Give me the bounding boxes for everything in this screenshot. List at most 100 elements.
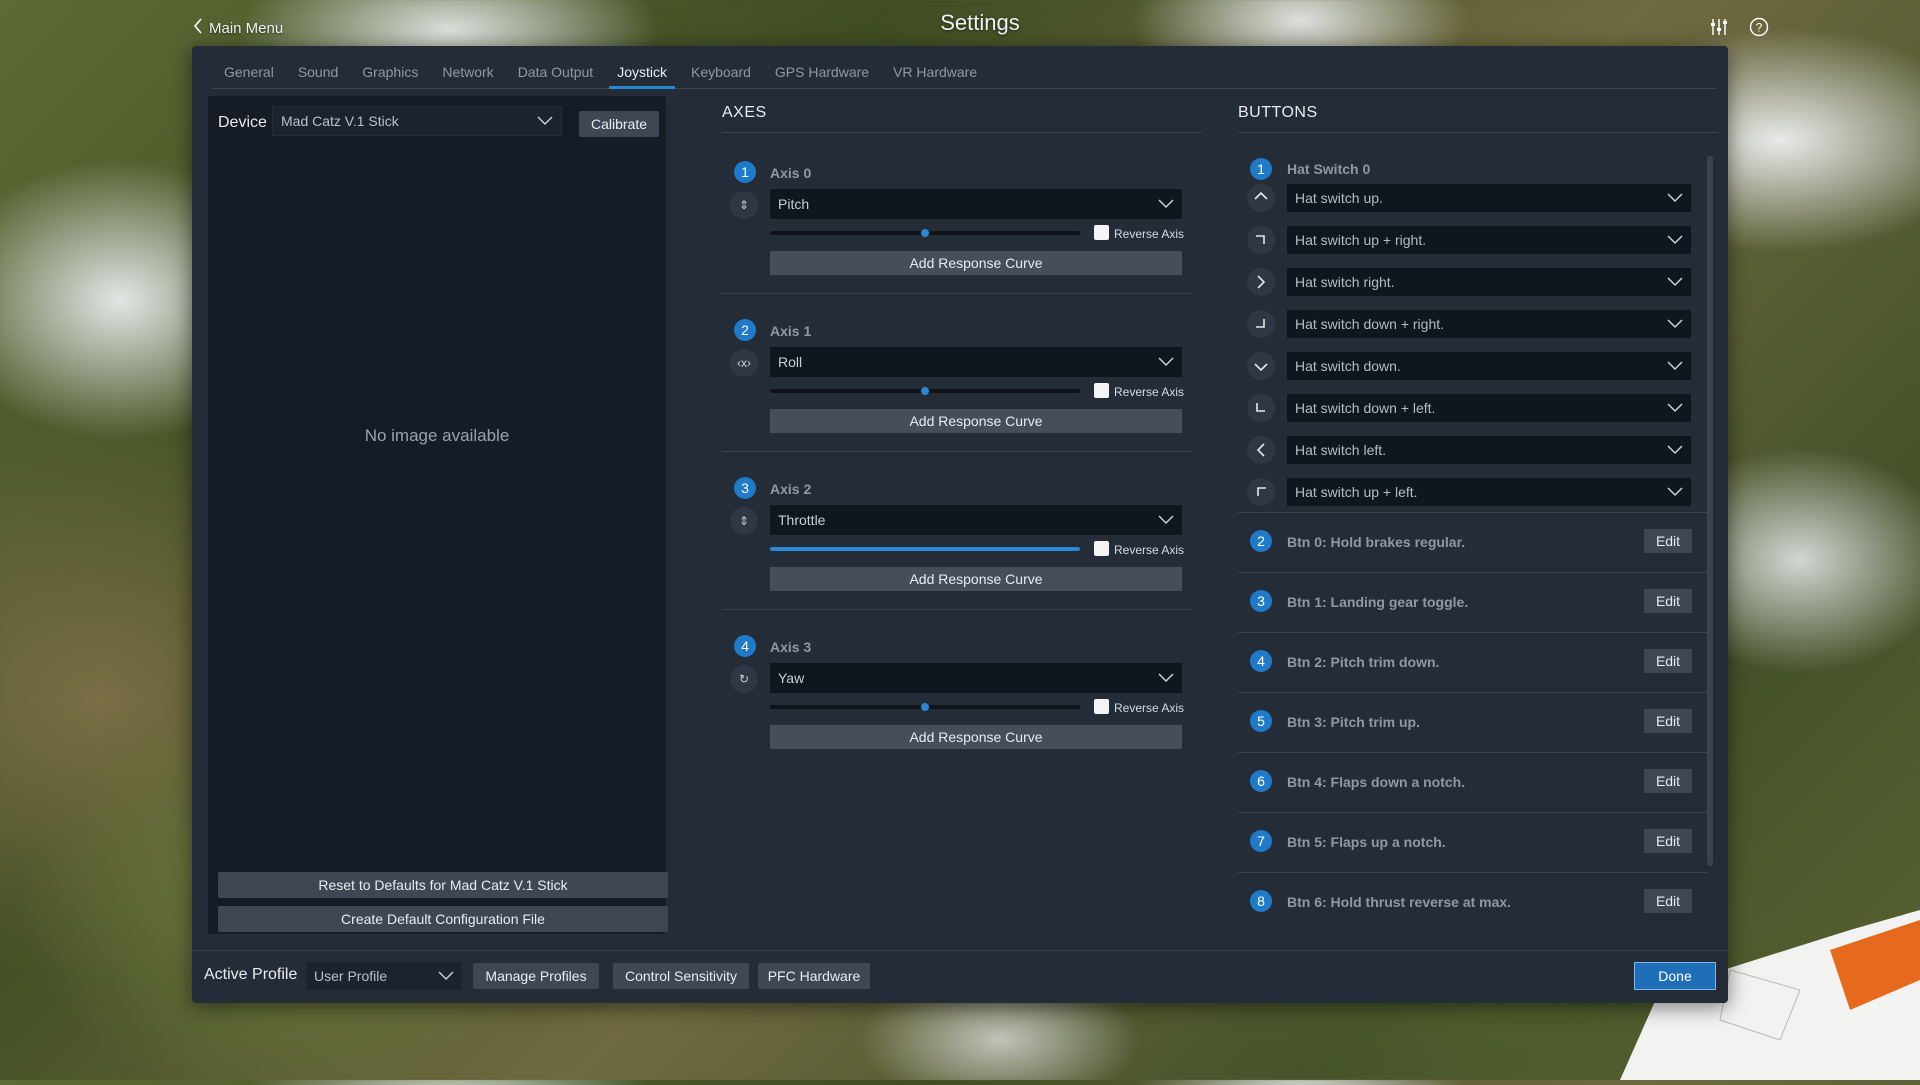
- axis-assignment-select[interactable]: Yaw: [770, 663, 1182, 693]
- hat-direction-select[interactable]: Hat switch down + left.: [1287, 394, 1691, 422]
- chevron-up-icon: [1247, 184, 1275, 212]
- axis-number-badge: 4: [734, 635, 756, 657]
- manage-profiles-button[interactable]: Manage Profiles: [473, 963, 599, 989]
- button-number-badge: 3: [1250, 590, 1272, 612]
- button-number-badge: 4: [1250, 650, 1272, 672]
- button-mapping-label: Btn 2: Pitch trim down.: [1287, 654, 1440, 670]
- hat-direction-value: Hat switch down + right.: [1295, 316, 1445, 332]
- button-mapping-label: Btn 1: Landing gear toggle.: [1287, 594, 1469, 610]
- chevron-down-icon: [1667, 358, 1683, 374]
- tab-network[interactable]: Network: [430, 46, 505, 88]
- axis-assignment-select[interactable]: Throttle: [770, 505, 1182, 535]
- profile-select-value: User Profile: [314, 968, 388, 984]
- button-number-badge: 8: [1250, 890, 1272, 912]
- hat-direction-select[interactable]: Hat switch down.: [1287, 352, 1691, 380]
- axis-level-track: [770, 387, 1080, 395]
- edit-button[interactable]: Edit: [1644, 589, 1692, 613]
- buttons-title: BUTTONS: [1238, 104, 1318, 121]
- no-image-text: No image available: [364, 426, 510, 445]
- button-divider: [1238, 632, 1708, 633]
- axis-number-badge: 2: [734, 319, 756, 341]
- axis-assignment-select[interactable]: Roll: [770, 347, 1182, 377]
- button-divider: [1238, 512, 1708, 513]
- profile-select[interactable]: User Profile: [305, 961, 463, 991]
- add-response-curve-button[interactable]: Add Response Curve: [770, 725, 1182, 749]
- calibrate-button[interactable]: Calibrate: [579, 111, 659, 137]
- edit-button[interactable]: Edit: [1644, 769, 1692, 793]
- button-number-badge: 2: [1250, 530, 1272, 552]
- edit-button[interactable]: Edit: [1644, 649, 1692, 673]
- top-icons: ?: [1708, 16, 1770, 38]
- corner-down-left-icon: [1247, 394, 1275, 422]
- hat-direction-select[interactable]: Hat switch left.: [1287, 436, 1691, 464]
- corner-up-right-icon: [1247, 226, 1275, 254]
- chevron-left-icon: [1247, 436, 1275, 464]
- reverse-axis-checkbox[interactable]: [1094, 383, 1109, 398]
- tab-sound[interactable]: Sound: [286, 46, 350, 88]
- button-mapping-label: Btn 5: Flaps up a notch.: [1287, 834, 1446, 850]
- tab-gps-hardware[interactable]: GPS Hardware: [763, 46, 881, 88]
- reverse-axis-label: Reverse Axis: [1114, 385, 1185, 399]
- axis-name: Axis 1: [770, 323, 812, 339]
- edit-button[interactable]: Edit: [1644, 829, 1692, 853]
- add-response-curve-button[interactable]: Add Response Curve: [770, 251, 1182, 275]
- axes-title: AXES: [722, 104, 767, 121]
- pfc-hardware-button[interactable]: PFC Hardware: [758, 963, 870, 989]
- add-response-curve-button[interactable]: Add Response Curve: [770, 409, 1182, 433]
- tab-graphics[interactable]: Graphics: [350, 46, 430, 88]
- buttons-scrollbar[interactable]: [1707, 156, 1713, 866]
- axis-name: Axis 0: [770, 165, 812, 181]
- button-mapping-label: Btn 4: Flaps down a notch.: [1287, 774, 1466, 790]
- axis-assignment-value: Pitch: [778, 196, 810, 212]
- create-default-config-button[interactable]: Create Default Configuration File: [218, 906, 668, 932]
- reverse-axis-checkbox[interactable]: [1094, 541, 1109, 556]
- axis-name: Axis 2: [770, 481, 812, 497]
- axis-level-dot: [921, 387, 929, 395]
- axis-assignment-value: Roll: [778, 354, 803, 370]
- corner-down-right-icon: [1247, 310, 1275, 338]
- axis-assignment-select[interactable]: Pitch: [770, 189, 1182, 219]
- axis-assignment-value: Throttle: [778, 512, 826, 528]
- axis-number-badge: 1: [734, 161, 756, 183]
- hat-direction-value: Hat switch up + left.: [1295, 484, 1418, 500]
- tab-vr-hardware[interactable]: VR Hardware: [881, 46, 989, 88]
- chevron-down-icon: [1158, 670, 1174, 686]
- control-sensitivity-button[interactable]: Control Sensitivity: [613, 963, 749, 989]
- hat-direction-select[interactable]: Hat switch up.: [1287, 184, 1691, 212]
- hat-direction-select[interactable]: Hat switch up + right.: [1287, 226, 1691, 254]
- edit-button[interactable]: Edit: [1644, 529, 1692, 553]
- buttons-scroll-area: 1 Hat Switch 0 Hat switch up. Hat switch…: [1238, 142, 1708, 938]
- help-icon[interactable]: ?: [1748, 16, 1770, 38]
- tab-general[interactable]: General: [212, 46, 286, 88]
- hat-direction-value: Hat switch left.: [1295, 442, 1387, 458]
- reverse-axis-checkbox[interactable]: [1094, 225, 1109, 240]
- done-button[interactable]: Done: [1634, 962, 1716, 990]
- button-number-badge: 7: [1250, 830, 1272, 852]
- tab-joystick[interactable]: Joystick: [605, 46, 679, 89]
- chevron-right-icon: [1247, 268, 1275, 296]
- chevron-down-icon: [537, 113, 553, 129]
- axis-name: Axis 3: [770, 639, 812, 655]
- axis-level-track: [770, 703, 1080, 711]
- yaw-axis-icon: ↻: [730, 665, 758, 693]
- axis-divider: [722, 451, 1192, 452]
- reverse-axis-checkbox[interactable]: [1094, 699, 1109, 714]
- reverse-axis-label: Reverse Axis: [1114, 543, 1185, 557]
- axis-divider: [722, 609, 1192, 610]
- hat-direction-select[interactable]: Hat switch up + left.: [1287, 478, 1691, 506]
- chevron-down-icon: [1158, 354, 1174, 370]
- hat-direction-select[interactable]: Hat switch right.: [1287, 268, 1691, 296]
- chevron-down-icon: [1247, 352, 1275, 380]
- reset-defaults-button[interactable]: Reset to Defaults for Mad Catz V.1 Stick: [218, 872, 668, 898]
- settings-tabs: General Sound Graphics Network Data Outp…: [212, 46, 1716, 89]
- tab-data-output[interactable]: Data Output: [506, 46, 606, 88]
- device-select[interactable]: Mad Catz V.1 Stick: [272, 106, 562, 136]
- chevron-down-icon: [1667, 442, 1683, 458]
- edit-button[interactable]: Edit: [1644, 889, 1692, 913]
- hat-direction-select[interactable]: Hat switch down + right.: [1287, 310, 1691, 338]
- device-select-value: Mad Catz V.1 Stick: [281, 113, 399, 129]
- edit-button[interactable]: Edit: [1644, 709, 1692, 733]
- add-response-curve-button[interactable]: Add Response Curve: [770, 567, 1182, 591]
- tab-keyboard[interactable]: Keyboard: [679, 46, 763, 88]
- sliders-icon[interactable]: [1708, 16, 1730, 38]
